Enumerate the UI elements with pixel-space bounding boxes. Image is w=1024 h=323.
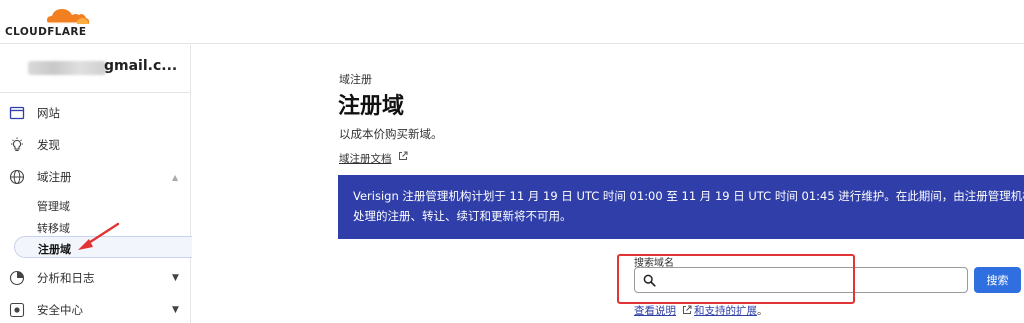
sidebar-item-label: 网站 bbox=[37, 106, 60, 120]
sidebar-item-label: 发现 bbox=[37, 138, 60, 152]
account-name: gmail.c... bbox=[104, 58, 178, 74]
help-text-suffix: 。 bbox=[757, 305, 768, 317]
chevron-up-icon[interactable]: ▲ bbox=[172, 173, 178, 182]
sidebar-item-security-center[interactable]: 安全中心 ▼ bbox=[0, 295, 190, 323]
chevron-down-icon[interactable]: ▼ bbox=[172, 305, 179, 315]
page-title: 注册域 bbox=[338, 94, 405, 119]
external-link-icon bbox=[683, 305, 692, 314]
external-link-icon bbox=[399, 151, 408, 160]
search-button[interactable]: 搜索 bbox=[974, 267, 1021, 293]
redacted-email-prefix bbox=[28, 61, 106, 75]
cloudflare-logo[interactable]: CLOUDFLARE bbox=[5, 4, 90, 38]
maintenance-banner: Verisign 注册管理机构计划于 11 月 19 日 UTC 时间 01:0… bbox=[338, 175, 1024, 239]
account-switcher[interactable]: gmail.c... bbox=[0, 45, 190, 93]
sidebar-item-label: 分析和日志 bbox=[37, 271, 95, 285]
shield-gear-icon bbox=[9, 302, 25, 318]
maintenance-banner-text: Verisign 注册管理机构计划于 11 月 19 日 UTC 时间 01:0… bbox=[353, 189, 1024, 223]
annotation-highlight-box bbox=[617, 254, 855, 304]
sidebar-item-domain-registration[interactable]: 域注册 ▲ bbox=[0, 162, 190, 192]
sidebar-item-websites[interactable]: 网站 bbox=[0, 98, 190, 128]
browser-window-icon bbox=[9, 106, 25, 120]
sidebar-subitem-transfer-domains[interactable]: 转移域 bbox=[37, 220, 70, 236]
main-content: 域注册 注册域 以成本价购买新域。 域注册文档 Verisign 注册管理机构计… bbox=[192, 45, 1024, 323]
page-subtitle: 以成本价购买新域。 bbox=[339, 127, 443, 141]
lightbulb-icon bbox=[11, 137, 23, 152]
sidebar-item-discover[interactable]: 发现 bbox=[0, 130, 190, 160]
chart-clock-icon bbox=[9, 270, 25, 286]
sidebar-subitem-manage-domains[interactable]: 管理域 bbox=[37, 198, 70, 214]
globe-icon bbox=[9, 169, 25, 185]
domain-registration-docs-link[interactable]: 域注册文档 bbox=[339, 151, 392, 166]
sidebar-item-label: 域注册 bbox=[37, 170, 72, 184]
sidebar-item-label: 安全中心 bbox=[37, 303, 83, 317]
top-bar: CLOUDFLARE bbox=[0, 0, 1024, 44]
supported-extensions-link[interactable]: 和支持的扩展 bbox=[694, 305, 757, 317]
view-instructions-link[interactable]: 查看说明 bbox=[634, 305, 676, 317]
sidebar: gmail.c... 网站 发现 域注册 ▲ 管理域 转移域 注册域 分析和日志… bbox=[0, 45, 192, 323]
sidebar-subitem-label: 注册域 bbox=[38, 243, 71, 256]
cloud-icon bbox=[47, 9, 90, 24]
breadcrumb: 域注册 bbox=[339, 73, 372, 86]
logo-text: CLOUDFLARE bbox=[5, 26, 87, 38]
help-text: 查看说明 和支持的扩展。 bbox=[634, 303, 768, 318]
sidebar-item-analytics-logs[interactable]: 分析和日志 ▼ bbox=[0, 263, 190, 293]
chevron-down-icon[interactable]: ▼ bbox=[172, 273, 179, 283]
annotation-arrow bbox=[78, 222, 120, 250]
